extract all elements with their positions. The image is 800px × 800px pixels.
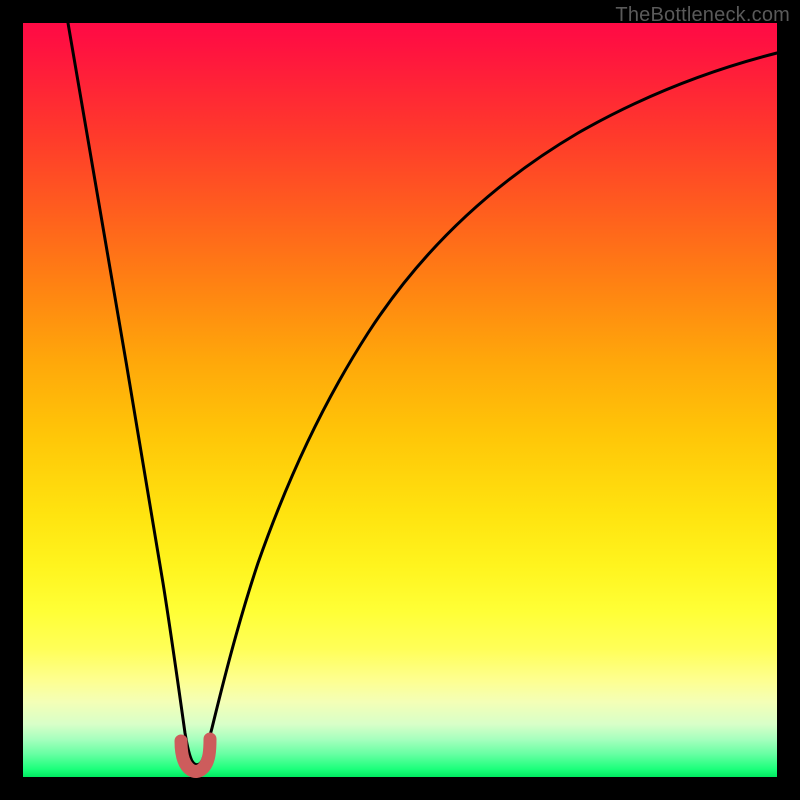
bottleneck-curve: [23, 23, 777, 777]
chart-frame: TheBottleneck.com: [0, 0, 800, 800]
plot-area: [23, 23, 777, 777]
curve-path: [68, 23, 777, 765]
optimal-marker: [181, 739, 210, 772]
watermark-text: TheBottleneck.com: [615, 4, 790, 27]
